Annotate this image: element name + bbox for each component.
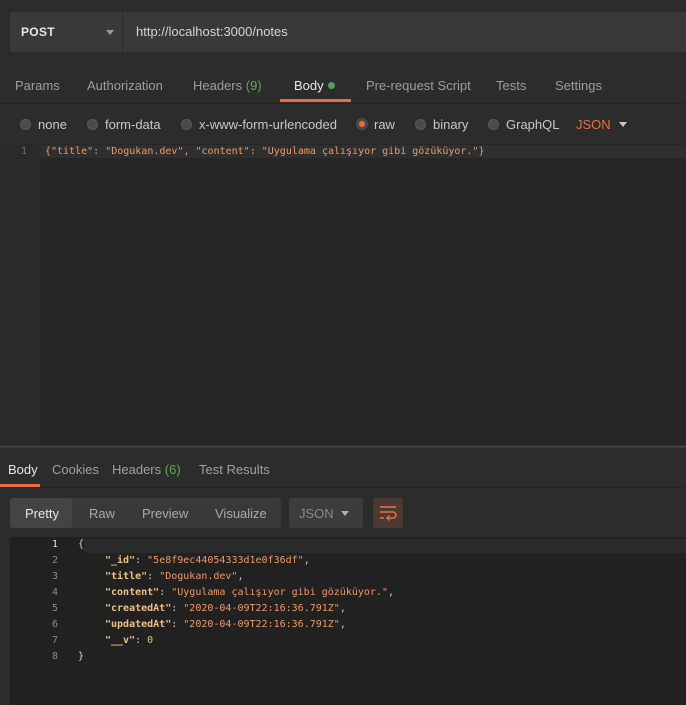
chevron-down-icon	[619, 122, 627, 127]
response-format-select[interactable]: JSON	[289, 498, 363, 528]
response-headers-count: (6)	[164, 462, 181, 477]
line-number: 1	[21, 146, 28, 157]
body-format-dropdown[interactable]: JSON	[576, 117, 611, 132]
view-pretty-button[interactable]: Pretty	[25, 506, 59, 521]
response-format-label: JSON	[299, 506, 334, 521]
tab-pre-request-script[interactable]: Pre-request Script	[366, 78, 471, 93]
radio-none[interactable]	[20, 119, 31, 130]
divider	[0, 103, 686, 104]
current-line-highlight	[84, 539, 686, 553]
json-comma: ,	[237, 571, 244, 582]
radio-form-data-label: form-data	[105, 117, 161, 132]
json-comma: ,	[339, 619, 346, 630]
active-tab-indicator	[280, 99, 351, 102]
response-line: "content": "Uygulama çalışıyor gibi gözü…	[105, 587, 395, 598]
url-input[interactable]: http://localhost:3000/notes	[136, 24, 288, 39]
response-line: "_id": "5e8f9ec44054333d1e0f36df",	[105, 555, 310, 566]
radio-binary[interactable]	[415, 119, 426, 130]
response-line: "title": "Dogukan.dev",	[105, 571, 244, 582]
view-raw-button[interactable]: Raw	[89, 506, 115, 521]
response-line-number: 6	[52, 619, 59, 630]
editor-line-1: {"title": "Dogukan.dev", "content": "Uyg…	[45, 146, 485, 157]
tab-params[interactable]: Params	[15, 78, 60, 93]
response-line-number: 2	[52, 555, 59, 566]
response-line-number: 7	[52, 635, 59, 646]
editor-gutter: 1	[0, 144, 42, 444]
json-comma: ,	[387, 587, 395, 598]
json-value: "Dogukan.dev"	[159, 571, 238, 582]
tab-authorization[interactable]: Authorization	[87, 78, 163, 93]
response-tab-body[interactable]: Body	[8, 462, 38, 477]
response-line-number: 3	[52, 571, 59, 582]
wrap-lines-icon	[380, 506, 397, 521]
method-select[interactable]: POST	[10, 12, 123, 52]
json-value: "2020-04-09T22:16:36.791Z"	[183, 603, 340, 614]
json-value: "5e8f9ec44054333d1e0f36df"	[147, 555, 304, 566]
radio-raw-label: raw	[374, 117, 395, 132]
response-line-number: 5	[52, 603, 59, 614]
response-body-viewer[interactable]: 1 {2 "_id": "5e8f9ec44054333d1e0f36df", 3 "t…	[10, 537, 686, 705]
method-label: POST	[21, 25, 55, 39]
view-visualize-button[interactable]: Visualize	[215, 506, 267, 521]
response-line: {	[78, 539, 85, 550]
response-line: "createdAt": "2020-04-09T22:16:36.791Z",	[105, 603, 346, 614]
json-key: "content"	[105, 587, 160, 598]
chevron-down-icon	[341, 511, 349, 516]
response-line-number: 1	[52, 539, 59, 550]
json-comma: ,	[303, 555, 310, 566]
wrap-lines-button[interactable]	[373, 498, 403, 528]
tab-tests[interactable]: Tests	[496, 78, 526, 93]
json-key: "title"	[105, 571, 148, 582]
response-tab-test-results[interactable]: Test Results	[199, 462, 270, 477]
radio-raw[interactable]	[356, 118, 368, 130]
request-body-editor[interactable]: 1 {"title": "Dogukan.dev", "content": "U…	[0, 144, 686, 444]
view-preview-button[interactable]: Preview	[142, 506, 188, 521]
radio-urlencoded[interactable]	[181, 119, 192, 130]
radio-binary-label: binary	[433, 117, 469, 132]
response-tab-headers[interactable]: Headers (6)	[112, 462, 181, 477]
radio-form-data[interactable]	[87, 119, 98, 130]
body-indicator-dot	[328, 82, 335, 89]
json-comma: ,	[339, 603, 346, 614]
radio-graphql[interactable]	[488, 119, 499, 130]
tab-settings[interactable]: Settings	[555, 78, 602, 93]
tab-headers-label: Headers	[193, 78, 243, 93]
chevron-down-icon	[106, 30, 114, 35]
response-line-number: 4	[52, 587, 59, 598]
json-value: 0	[147, 635, 154, 646]
response-line: "__v": 0	[105, 635, 154, 646]
radio-urlencoded-label: x-www-form-urlencoded	[199, 117, 337, 132]
json-value: "Uygulama çalışıyor gibi gözüküyor."	[171, 587, 388, 598]
tab-body[interactable]: Body	[294, 78, 324, 93]
response-line: "updatedAt": "2020-04-09T22:16:36.791Z",	[105, 619, 346, 630]
json-key: "updatedAt"	[105, 619, 172, 630]
json-value: "2020-04-09T22:16:36.791Z"	[183, 619, 340, 630]
json-key: "createdAt"	[105, 603, 172, 614]
json-key: "__v"	[105, 635, 136, 646]
radio-none-label: none	[38, 117, 67, 132]
pane-splitter[interactable]	[0, 444, 686, 448]
headers-count-badge: (9)	[245, 78, 262, 93]
url-bar: POST http://localhost:3000/notes	[10, 12, 686, 52]
response-line: }	[78, 651, 85, 662]
response-tab-cookies[interactable]: Cookies	[52, 462, 99, 477]
divider	[0, 487, 686, 488]
radio-graphql-label: GraphQL	[506, 117, 560, 132]
response-headers-label: Headers	[112, 462, 162, 477]
json-key: "_id"	[105, 555, 136, 566]
response-line-number: 8	[52, 651, 59, 662]
tab-headers[interactable]: Headers (9)	[193, 78, 262, 93]
